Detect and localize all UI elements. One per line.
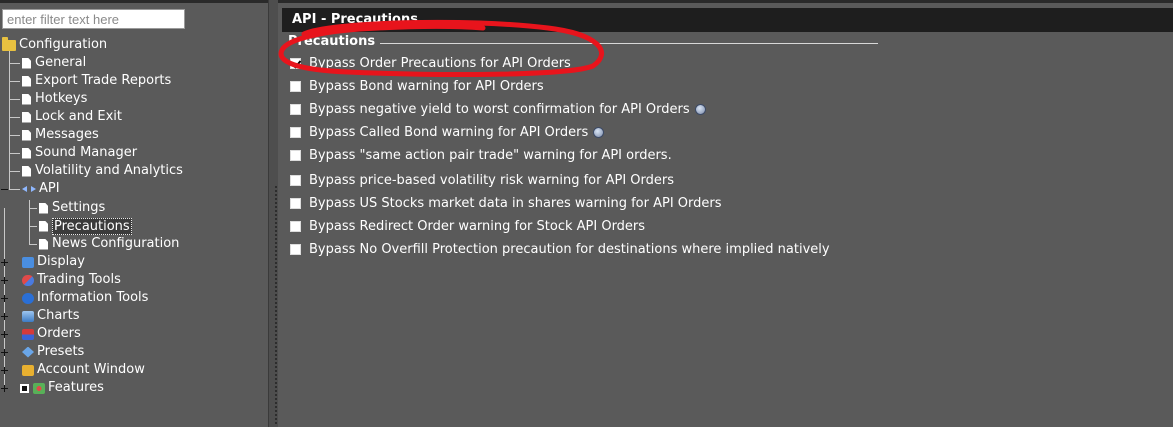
option-label: Bypass "same action pair trade" warning …: [309, 147, 672, 163]
precaution-option[interactable]: Bypass negative yield to worst confirmat…: [290, 100, 706, 118]
tree-node-features[interactable]: Features: [20, 379, 104, 397]
document-icon: [22, 93, 31, 105]
tree-node-general[interactable]: General: [22, 54, 86, 72]
chart-icon: [22, 310, 34, 322]
document-icon: [22, 111, 31, 123]
page-title: API - Precautions: [282, 8, 1173, 32]
tree-node-news-configuration[interactable]: News Configuration: [39, 235, 179, 253]
option-checkbox[interactable]: [290, 80, 301, 92]
account-icon: [22, 364, 34, 376]
tree-node-hotkeys[interactable]: Hotkeys: [22, 90, 87, 108]
document-icon: [22, 147, 31, 159]
expand-information-tools-toggle[interactable]: [0, 294, 9, 303]
tree-node-volatility-and-analytics[interactable]: Volatility and Analytics: [22, 162, 183, 180]
panel-splitter[interactable]: [268, 0, 278, 427]
document-icon: [39, 202, 48, 214]
precaution-option[interactable]: Bypass Redirect Order warning for Stock …: [290, 217, 645, 235]
expand-account-window-toggle[interactable]: [0, 366, 9, 375]
filter-input[interactable]: [2, 9, 185, 29]
document-icon: [39, 220, 48, 232]
help-icon[interactable]: [694, 103, 706, 115]
tree-node-account-window[interactable]: Account Window: [22, 361, 145, 379]
expand-features-toggle[interactable]: [0, 384, 9, 393]
trading-tools-icon: [22, 274, 34, 286]
precaution-option[interactable]: Bypass US Stocks market data in shares w…: [290, 194, 722, 212]
group-title: Precautions: [288, 34, 381, 49]
option-checkbox[interactable]: [290, 149, 301, 161]
option-checkbox[interactable]: [290, 126, 301, 138]
precaution-option[interactable]: Bypass "same action pair trade" warning …: [290, 146, 672, 164]
help-icon[interactable]: [593, 126, 605, 138]
expand-orders-toggle[interactable]: [0, 330, 9, 339]
option-checkbox[interactable]: [290, 197, 301, 209]
option-checkbox[interactable]: [290, 243, 301, 255]
display-icon: [22, 256, 34, 268]
features-icon: [33, 382, 45, 394]
tree-node-precautions[interactable]: Precautions: [39, 217, 132, 235]
settings-tree-panel: Configuration General Export Trade Repor…: [0, 0, 268, 427]
document-icon: [39, 238, 48, 250]
folder-icon: [2, 36, 16, 51]
tree-node-label: Configuration: [19, 37, 108, 52]
tree-node-settings[interactable]: Settings: [39, 199, 105, 217]
tree-node-charts[interactable]: Charts: [22, 307, 80, 325]
precaution-option[interactable]: Bypass No Overfill Protection precaution…: [290, 240, 830, 258]
option-checkbox[interactable]: [290, 103, 301, 115]
tree-node-messages[interactable]: Messages: [22, 126, 99, 144]
document-icon: [22, 165, 31, 177]
option-label: Bypass negative yield to worst confirmat…: [309, 101, 690, 117]
api-arrows-icon: [22, 185, 36, 193]
tree-node-configuration[interactable]: Configuration: [2, 36, 107, 54]
tree-node-api[interactable]: API: [22, 180, 60, 198]
precaution-option[interactable]: Bypass Order Precautions for API Orders: [290, 54, 571, 72]
option-label: Bypass price-based volatility risk warni…: [309, 172, 675, 188]
precaution-option[interactable]: Bypass Called Bond warning for API Order…: [290, 123, 605, 141]
option-label: Bypass US Stocks market data in shares w…: [309, 195, 722, 211]
tree-node-presets[interactable]: Presets: [22, 343, 84, 361]
feature-checkbox[interactable]: [20, 383, 29, 393]
option-label: Bypass Redirect Order warning for Stock …: [309, 218, 646, 234]
tree-node-display[interactable]: Display: [22, 253, 85, 271]
precaution-option[interactable]: Bypass price-based volatility risk warni…: [290, 171, 674, 189]
orders-icon: [22, 328, 34, 340]
option-label: Bypass No Overfill Protection precaution…: [309, 241, 830, 257]
option-checkbox[interactable]: [290, 174, 301, 186]
settings-content-panel: API - Precautions Precautions Bypass Ord…: [278, 0, 1173, 427]
document-icon: [22, 129, 31, 141]
option-label: Bypass Called Bond warning for API Order…: [309, 124, 589, 140]
document-icon: [22, 75, 31, 87]
document-icon: [22, 57, 31, 69]
tree-node-lock-and-exit[interactable]: Lock and Exit: [22, 108, 122, 126]
option-checkbox[interactable]: [290, 220, 301, 232]
info-icon: [22, 292, 34, 304]
tree-node-export-trade-reports[interactable]: Export Trade Reports: [22, 72, 171, 90]
precaution-option[interactable]: Bypass Bond warning for API Orders: [290, 77, 544, 95]
option-label: Bypass Bond warning for API Orders: [309, 78, 544, 94]
expand-presets-toggle[interactable]: [0, 348, 9, 357]
expand-display-toggle[interactable]: [0, 258, 9, 267]
presets-icon: [22, 346, 34, 358]
tree-node-sound-manager[interactable]: Sound Manager: [22, 144, 137, 162]
collapse-api-toggle[interactable]: [0, 185, 9, 194]
tree-node-information-tools[interactable]: Information Tools: [22, 289, 148, 307]
tree-node-trading-tools[interactable]: Trading Tools: [22, 271, 121, 289]
tree-node-orders[interactable]: Orders: [22, 325, 81, 343]
expand-charts-toggle[interactable]: [0, 312, 9, 321]
splitter-grip[interactable]: [275, 185, 277, 425]
option-label: Bypass Order Precautions for API Orders: [309, 55, 571, 71]
expand-trading-tools-toggle[interactable]: [0, 276, 9, 285]
option-checkbox[interactable]: [290, 57, 301, 69]
